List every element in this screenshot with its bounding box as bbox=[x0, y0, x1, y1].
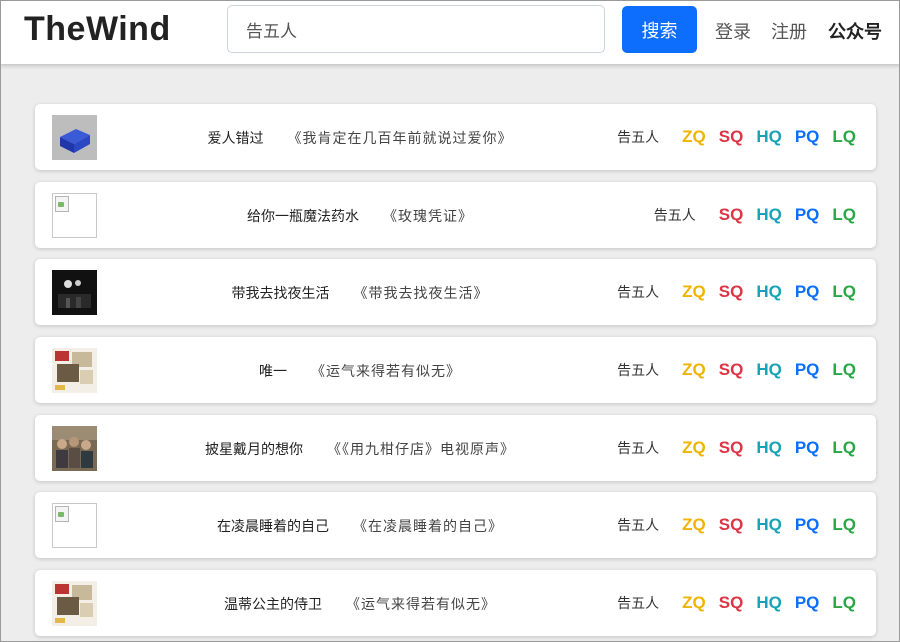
quality-link-lq[interactable]: LQ bbox=[832, 438, 856, 458]
song-row[interactable]: 爱人错过 《我肯定在几百年前就说过爱你》 告五人 ZQ SQ HQ PQ LQ bbox=[35, 104, 876, 170]
quality-link-lq[interactable]: LQ bbox=[832, 593, 856, 613]
quality-link-pq[interactable]: PQ bbox=[795, 515, 820, 535]
album-name[interactable]: 《玫瑰凭证》 bbox=[383, 209, 473, 225]
album-name[interactable]: 《《用九柑仔店》电视原声》 bbox=[327, 442, 515, 458]
quality-link-sq[interactable]: SQ bbox=[719, 593, 744, 613]
song-info: 带我去找夜生活 《带我去找夜生活》 bbox=[105, 259, 615, 325]
download-actions: 告五人 SQ HQ PQ LQ bbox=[654, 182, 856, 248]
search-input[interactable] bbox=[227, 5, 605, 53]
quality-link-hq[interactable]: HQ bbox=[756, 205, 782, 225]
quality-link-lq[interactable]: LQ bbox=[832, 127, 856, 147]
quality-link-zq[interactable]: ZQ bbox=[682, 515, 706, 535]
top-navbar: TheWind 搜索 登录 注册 公众号 bbox=[0, 0, 900, 64]
artist-name[interactable]: 告五人 bbox=[617, 127, 659, 147]
quality-link-lq[interactable]: LQ bbox=[832, 515, 856, 535]
album-cover[interactable] bbox=[52, 115, 97, 160]
song-row[interactable]: 温蒂公主的侍卫 《运气来得若有似无》 告五人 ZQ SQ HQ PQ LQ bbox=[35, 570, 876, 637]
broken-image-icon[interactable] bbox=[52, 192, 97, 238]
song-row[interactable]: 带我去找夜生活 《带我去找夜生活》 告五人 ZQ SQ HQ PQ LQ bbox=[35, 259, 876, 326]
album-name[interactable]: 《运气来得若有似无》 bbox=[346, 597, 496, 613]
album-cover[interactable] bbox=[52, 581, 97, 627]
artist-name[interactable]: 告五人 bbox=[617, 438, 659, 458]
quality-link-sq[interactable]: SQ bbox=[719, 127, 744, 147]
site-logo[interactable]: TheWind bbox=[24, 10, 171, 49]
song-title[interactable]: 给你一瓶魔法药水 bbox=[247, 209, 359, 225]
album-cover[interactable] bbox=[52, 348, 97, 394]
song-info: 披星戴月的想你 《《用九柑仔店》电视原声》 bbox=[105, 415, 615, 481]
quality-link-zq[interactable]: ZQ bbox=[682, 127, 706, 147]
quality-link-sq[interactable]: SQ bbox=[719, 282, 744, 302]
download-actions: 告五人 ZQ SQ HQ PQ LQ bbox=[617, 415, 856, 481]
download-actions: 告五人 ZQ SQ HQ PQ LQ bbox=[617, 337, 856, 403]
song-info: 爱人错过 《我肯定在几百年前就说过爱你》 bbox=[105, 104, 615, 170]
album-name[interactable]: 《带我去找夜生活》 bbox=[354, 286, 489, 302]
artist-name[interactable]: 告五人 bbox=[617, 360, 659, 380]
album-name[interactable]: 《运气来得若有似无》 bbox=[311, 364, 461, 380]
wechat-account-link[interactable]: 公众号 bbox=[828, 18, 882, 44]
album-name[interactable]: 《我肯定在几百年前就说过爱你》 bbox=[288, 131, 513, 147]
song-title[interactable]: 唯一 bbox=[259, 364, 287, 380]
quality-link-lq[interactable]: LQ bbox=[832, 282, 856, 302]
artist-name[interactable]: 告五人 bbox=[617, 282, 659, 302]
quality-link-hq[interactable]: HQ bbox=[756, 360, 782, 380]
artist-name[interactable]: 告五人 bbox=[617, 593, 659, 613]
song-title[interactable]: 在凌晨睡着的自己 bbox=[217, 519, 329, 535]
download-actions: 告五人 ZQ SQ HQ PQ LQ bbox=[617, 570, 856, 636]
song-info: 唯一 《运气来得若有似无》 bbox=[105, 337, 615, 403]
song-title[interactable]: 爱人错过 bbox=[208, 131, 264, 147]
quality-link-sq[interactable]: SQ bbox=[719, 438, 744, 458]
quality-link-hq[interactable]: HQ bbox=[756, 515, 782, 535]
song-title[interactable]: 温蒂公主的侍卫 bbox=[224, 597, 322, 613]
song-title[interactable]: 带我去找夜生活 bbox=[232, 286, 330, 302]
album-cover[interactable] bbox=[52, 425, 97, 471]
quality-link-pq[interactable]: PQ bbox=[795, 127, 820, 147]
search-button[interactable]: 搜索 bbox=[622, 6, 697, 53]
song-info: 给你一瓶魔法药水 《玫瑰凭证》 bbox=[105, 182, 615, 248]
quality-link-pq[interactable]: PQ bbox=[795, 282, 820, 302]
quality-link-pq[interactable]: PQ bbox=[795, 438, 820, 458]
login-link[interactable]: 登录 bbox=[715, 18, 751, 44]
quality-link-hq[interactable]: HQ bbox=[756, 438, 782, 458]
quality-link-hq[interactable]: HQ bbox=[756, 593, 782, 613]
artist-name[interactable]: 告五人 bbox=[654, 205, 696, 225]
song-row[interactable]: 披星戴月的想你 《《用九柑仔店》电视原声》 告五人 ZQ SQ HQ PQ LQ bbox=[35, 414, 876, 481]
quality-link-sq[interactable]: SQ bbox=[719, 360, 744, 380]
download-actions: 告五人 ZQ SQ HQ PQ LQ bbox=[617, 259, 856, 325]
broken-image-icon[interactable] bbox=[52, 503, 97, 549]
quality-link-zq[interactable]: ZQ bbox=[682, 282, 706, 302]
song-list: 爱人错过 《我肯定在几百年前就说过爱你》 告五人 ZQ SQ HQ PQ LQ 给你一瓶魔法药水… bbox=[35, 104, 876, 642]
quality-link-lq[interactable]: LQ bbox=[832, 205, 856, 225]
quality-link-lq[interactable]: LQ bbox=[832, 360, 856, 380]
album-name[interactable]: 《在凌晨睡着的自己》 bbox=[353, 519, 503, 535]
quality-link-pq[interactable]: PQ bbox=[795, 360, 820, 380]
artist-name[interactable]: 告五人 bbox=[617, 515, 659, 535]
download-actions: 告五人 ZQ SQ HQ PQ LQ bbox=[617, 104, 856, 170]
song-info: 温蒂公主的侍卫 《运气来得若有似无》 bbox=[105, 570, 615, 636]
quality-link-hq[interactable]: HQ bbox=[756, 127, 782, 147]
song-row[interactable]: 给你一瓶魔法药水 《玫瑰凭证》 告五人 SQ HQ PQ LQ bbox=[35, 181, 876, 248]
quality-link-hq[interactable]: HQ bbox=[756, 282, 782, 302]
quality-link-zq[interactable]: ZQ bbox=[682, 360, 706, 380]
song-row[interactable]: 唯一 《运气来得若有似无》 告五人 ZQ SQ HQ PQ LQ bbox=[35, 337, 876, 404]
quality-link-pq[interactable]: PQ bbox=[795, 593, 820, 613]
quality-link-zq[interactable]: ZQ bbox=[682, 593, 706, 613]
quality-link-sq[interactable]: SQ bbox=[719, 515, 744, 535]
quality-link-sq[interactable]: SQ bbox=[719, 205, 744, 225]
song-row[interactable]: 在凌晨睡着的自己 《在凌晨睡着的自己》 告五人 ZQ SQ HQ PQ LQ bbox=[35, 492, 876, 559]
register-link[interactable]: 注册 bbox=[771, 18, 807, 44]
song-title[interactable]: 披星戴月的想你 bbox=[205, 442, 303, 458]
quality-link-pq[interactable]: PQ bbox=[795, 205, 820, 225]
download-actions: 告五人 ZQ SQ HQ PQ LQ bbox=[617, 492, 856, 558]
album-cover[interactable] bbox=[52, 270, 97, 316]
song-info: 在凌晨睡着的自己 《在凌晨睡着的自己》 bbox=[105, 492, 615, 558]
quality-link-zq[interactable]: ZQ bbox=[682, 438, 706, 458]
